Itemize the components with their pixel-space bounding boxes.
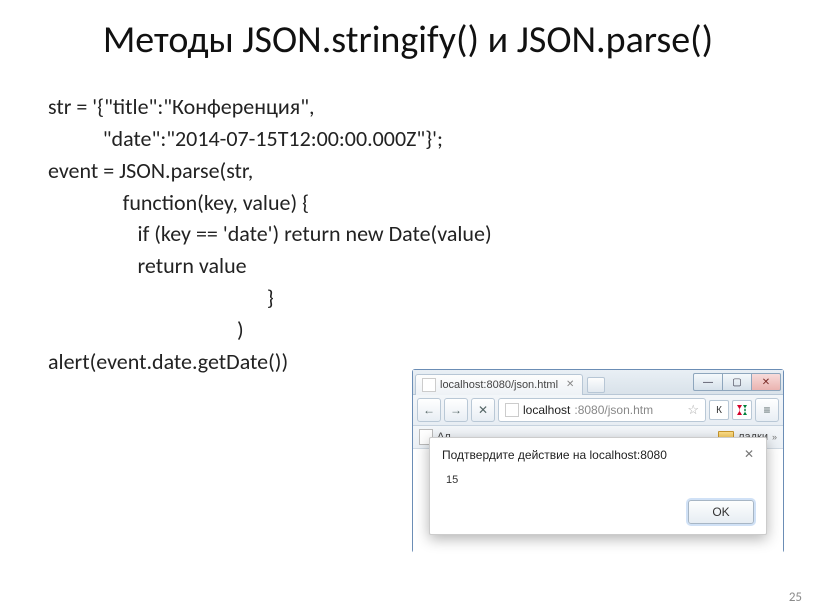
maximize-button[interactable]: ▢ (723, 373, 752, 391)
tab-close-icon[interactable]: ✕ (566, 379, 574, 390)
navbar: ← → ✕ localhost :8080/json.htm ☆ К ≡ (413, 395, 783, 426)
tab-label: localhost:8080/json.html (440, 379, 558, 391)
page-viewport: Подтвердите действие на localhost:8080 ✕… (413, 449, 783, 555)
code-line: str = '{"title":"Конференция", (48, 91, 768, 123)
alert-title: Подтвердите действие на localhost:8080 (442, 448, 667, 462)
alert-close-icon[interactable]: ✕ (744, 448, 754, 460)
titlebar: localhost:8080/json.html ✕ — ▢ ✕ (413, 370, 783, 395)
extension-icon[interactable]: К (709, 400, 729, 420)
alert-message: 15 (442, 474, 754, 500)
page-icon (505, 403, 519, 417)
alert-ok-button[interactable]: OK (688, 500, 754, 524)
browser-tab[interactable]: localhost:8080/json.html ✕ (415, 374, 583, 395)
code-line: } (48, 282, 768, 314)
menu-button[interactable]: ≡ (755, 398, 779, 422)
alert-dialog: Подтвердите действие на localhost:8080 ✕… (429, 437, 767, 535)
slide-number: 25 (789, 590, 802, 605)
slide-title: Методы JSON.stringify() и JSON.parse() (48, 18, 768, 63)
new-tab-button[interactable] (587, 377, 605, 393)
bookmark-star-icon[interactable]: ☆ (687, 402, 699, 418)
code-line: return value (48, 250, 768, 282)
code-line: ) (48, 314, 768, 346)
code-line: event = JSON.parse(str, (48, 155, 768, 187)
code-line: function(key, value) { (48, 187, 768, 219)
back-button[interactable]: ← (417, 398, 441, 422)
forward-button[interactable]: → (444, 398, 468, 422)
url-host: localhost (523, 403, 570, 417)
page-favicon (422, 378, 436, 392)
code-line: if (key == 'date') return new Date(value… (48, 218, 768, 250)
code-block: str = '{"title":"Конференция", "date":"2… (48, 91, 768, 378)
browser-window: localhost:8080/json.html ✕ — ▢ ✕ ← → ✕ l… (412, 369, 784, 553)
window-controls: — ▢ ✕ (693, 373, 781, 391)
reload-button[interactable]: ✕ (471, 398, 495, 422)
close-window-button[interactable]: ✕ (752, 373, 781, 391)
code-line: "date":"2014-07-15T12:00:00.000Z"}'; (48, 123, 768, 155)
chevron-right-icon[interactable]: » (772, 432, 777, 442)
kaspersky-icon[interactable] (732, 400, 752, 420)
minimize-button[interactable]: — (693, 373, 723, 391)
url-path: :8080/json.htm (574, 403, 653, 417)
url-bar[interactable]: localhost :8080/json.htm ☆ (498, 398, 706, 422)
